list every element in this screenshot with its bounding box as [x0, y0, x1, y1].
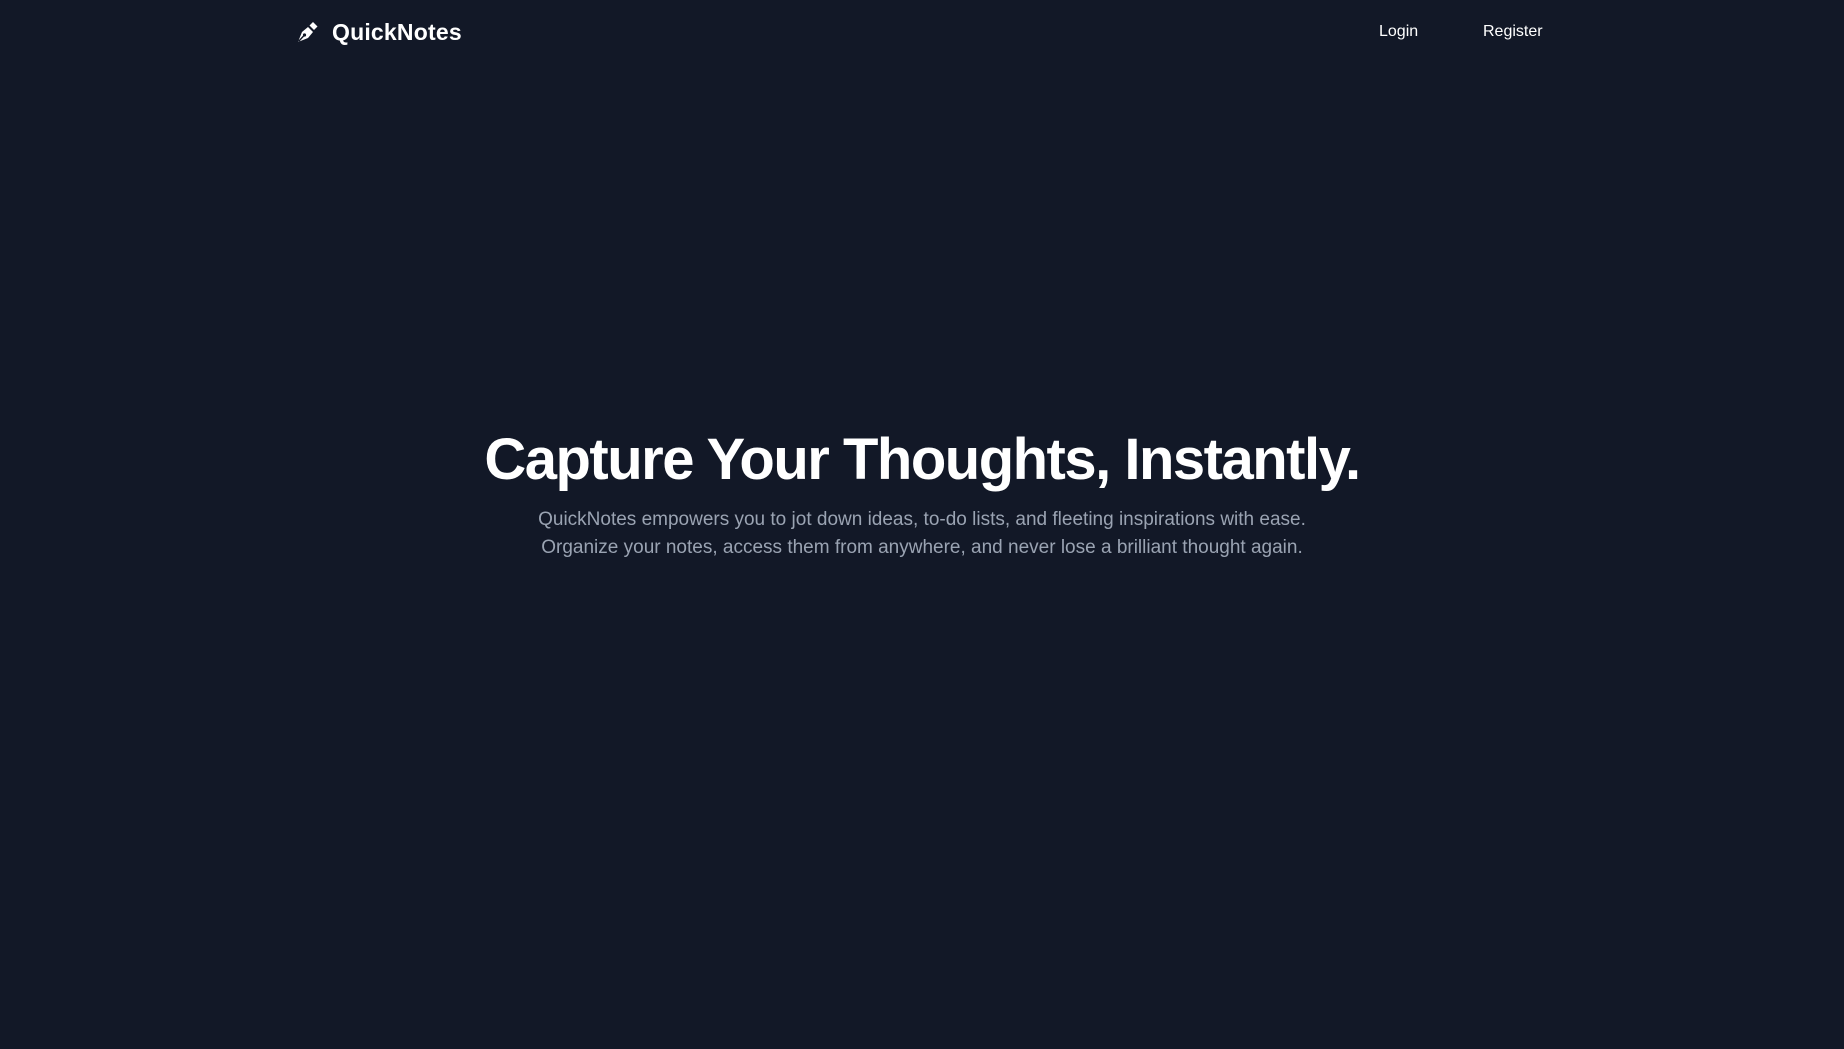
- landing-page: QuickNotes Login Register Capture Your T…: [0, 0, 1844, 1049]
- login-link[interactable]: Login: [1379, 20, 1418, 44]
- top-navbar: QuickNotes Login Register: [0, 0, 1844, 64]
- register-link[interactable]: Register: [1483, 20, 1543, 44]
- nav-links: Login Register: [0, 20, 1844, 44]
- hero-section: Capture Your Thoughts, Instantly. QuickN…: [0, 420, 1844, 562]
- hero-subtitle: QuickNotes empowers you to jot down idea…: [538, 509, 1306, 558]
- hero-title: Capture Your Thoughts, Instantly.: [484, 427, 1361, 492]
